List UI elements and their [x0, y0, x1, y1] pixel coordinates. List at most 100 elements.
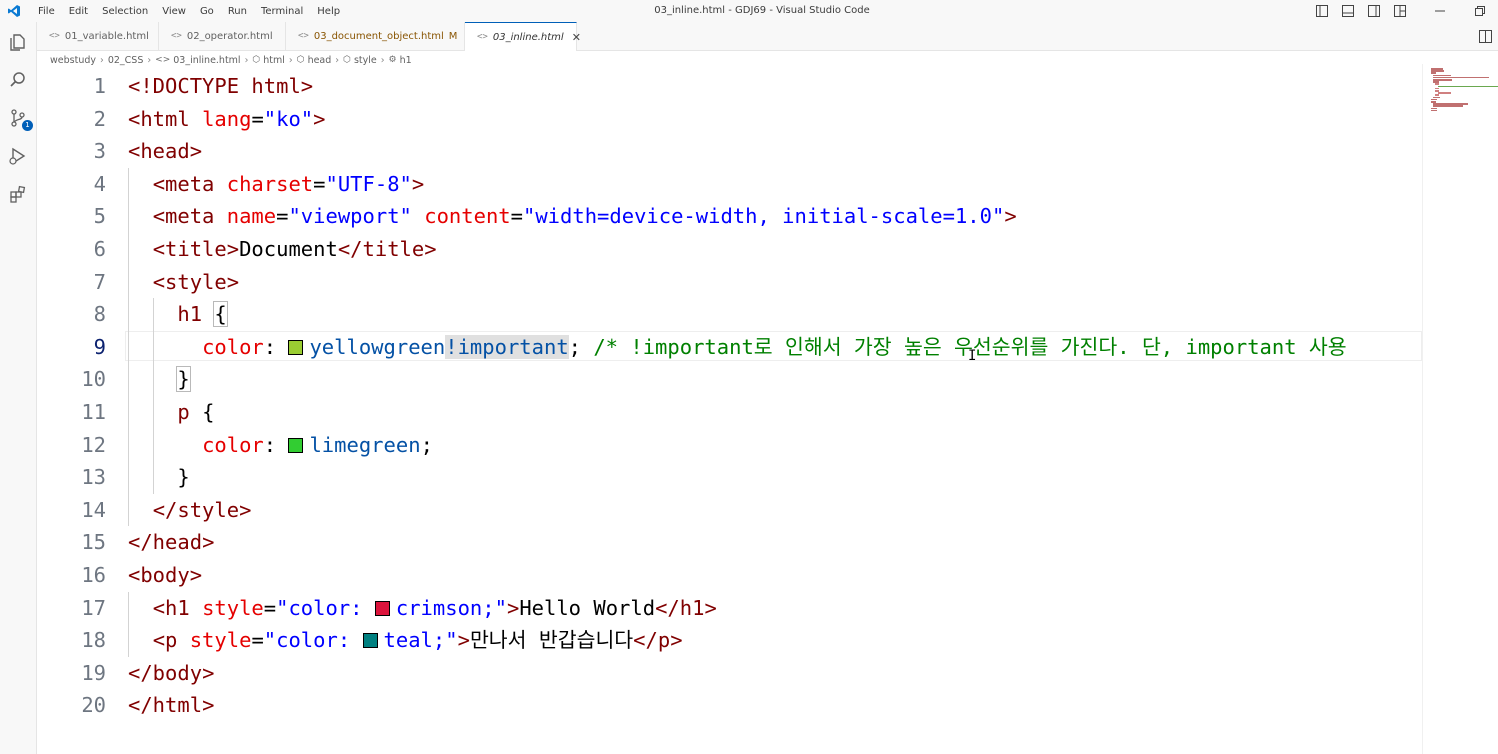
- customize-layout-icon[interactable]: [1392, 3, 1408, 19]
- color-swatch[interactable]: [288, 437, 304, 453]
- code-line[interactable]: 12 color: limegreen;: [37, 429, 1422, 462]
- restore-icon[interactable]: [1472, 3, 1488, 19]
- menu-edit[interactable]: Edit: [62, 6, 95, 17]
- chevron-right-icon: ›: [288, 54, 293, 66]
- menu-view[interactable]: View: [155, 6, 193, 17]
- menu-terminal[interactable]: Terminal: [254, 6, 310, 17]
- minimap-line: [1437, 85, 1498, 88]
- minimap-line: [1437, 92, 1452, 94]
- code-line[interactable]: 10 }: [37, 363, 1422, 396]
- color-swatch[interactable]: [362, 633, 378, 649]
- code-text: p {: [177, 400, 215, 424]
- breadcrumb-item-style[interactable]: style: [354, 55, 377, 66]
- code-text: </body>: [128, 660, 215, 685]
- text-cursor-icon: I: [968, 348, 977, 364]
- explorer-icon[interactable]: [6, 30, 30, 54]
- indent-guide: [128, 591, 129, 657]
- element-icon: ⬡: [343, 55, 351, 65]
- extensions-icon[interactable]: [6, 182, 30, 206]
- element-icon: ⬡: [296, 55, 305, 65]
- code-text: <body>: [128, 563, 203, 587]
- line-number: 9: [93, 334, 106, 359]
- code-line[interactable]: 4 <meta charset="UTF-8">: [37, 168, 1422, 201]
- code-line[interactable]: 9 color: yellowgreen!important; /* !impo…: [37, 330, 1422, 364]
- code-line[interactable]: 19 </body>: [37, 657, 1422, 690]
- html-file-icon: <>: [155, 55, 171, 65]
- html-file-icon: <>: [171, 31, 182, 41]
- code-line[interactable]: 14 </style>: [37, 494, 1422, 527]
- code-line[interactable]: 1 <!DOCTYPE html>: [37, 70, 1422, 103]
- toggle-primary-sidebar-icon[interactable]: [1314, 3, 1330, 19]
- minimap-line: [1431, 109, 1437, 112]
- line-number: 15: [81, 530, 106, 555]
- code-line[interactable]: 11 p {: [37, 396, 1422, 429]
- tab-02-operator[interactable]: <> 02_operator.html: [159, 22, 286, 50]
- color-swatch[interactable]: [288, 339, 304, 355]
- split-editor-icon[interactable]: [1479, 28, 1492, 47]
- tab-03-document-object[interactable]: <> 03_document_object.html M: [286, 22, 465, 50]
- code-line[interactable]: 7 <style>: [37, 266, 1422, 299]
- code-line[interactable]: 6 <title>Document</title>: [37, 233, 1422, 266]
- toggle-secondary-sidebar-icon[interactable]: [1366, 3, 1382, 19]
- indent-guide: [128, 167, 129, 527]
- color-swatch[interactable]: [374, 600, 390, 616]
- line-number: 11: [81, 400, 106, 424]
- tab-01-variable[interactable]: <> 01_variable.html: [37, 22, 159, 50]
- breadcrumb-item-html[interactable]: html: [263, 55, 285, 66]
- code-line[interactable]: 2 <html lang="ko">: [37, 103, 1422, 136]
- line-number: 5: [93, 204, 106, 229]
- menu-run[interactable]: Run: [221, 6, 254, 17]
- code-line[interactable]: 3 <head>: [37, 135, 1422, 168]
- code-line[interactable]: 18 <p style="color: teal;">만나서 반갑습니다</p>: [37, 624, 1422, 657]
- source-control-icon[interactable]: 1: [6, 106, 33, 131]
- menu-selection[interactable]: Selection: [95, 6, 155, 17]
- code-editor[interactable]: 1 <!DOCTYPE html> 2 <html lang="ko"> 3 <head>…: [37, 70, 1422, 754]
- css-selector-icon: ⚙: [388, 55, 397, 65]
- close-icon[interactable]: ✕: [572, 31, 581, 44]
- breadcrumb-item-file[interactable]: 03_inline.html: [173, 55, 240, 66]
- menu-file[interactable]: File: [31, 6, 62, 17]
- breadcrumb-item-head[interactable]: head: [308, 55, 332, 66]
- menu-help[interactable]: Help: [310, 6, 347, 17]
- line-number: 16: [81, 563, 106, 587]
- code-line[interactable]: 8 h1 {: [37, 298, 1422, 331]
- code-text: <head>: [128, 139, 203, 164]
- menu-go[interactable]: Go: [193, 6, 221, 17]
- line-number: 3: [93, 139, 106, 164]
- breadcrumb-item-webstudy[interactable]: webstudy: [50, 55, 96, 66]
- code-line[interactable]: 13 }: [37, 461, 1422, 494]
- code-line[interactable]: 5 <meta name="viewport" content="width=d…: [37, 200, 1422, 233]
- minimap-line: [1433, 105, 1463, 107]
- minimize-icon[interactable]: [1432, 3, 1448, 19]
- toggle-panel-icon[interactable]: [1340, 3, 1356, 19]
- code-text: <meta charset="UTF-8">: [152, 171, 425, 196]
- code-text: }: [177, 465, 190, 490]
- tab-03-inline[interactable]: <> 03_inline.html ✕: [465, 22, 581, 51]
- element-icon: ⬡: [252, 55, 261, 65]
- tab-label: 03_document_object.html: [313, 30, 444, 42]
- run-debug-icon[interactable]: [6, 144, 30, 168]
- code-text: <p style="color: teal;">만나서 반갑습니다</p>: [152, 628, 683, 653]
- line-number: 8: [93, 302, 106, 327]
- code-text: <style>: [152, 269, 240, 294]
- code-text: <!DOCTYPE html>: [128, 74, 314, 98]
- window-controls: [1314, 3, 1488, 19]
- breadcrumb-item-02-css[interactable]: 02_CSS: [108, 55, 144, 66]
- tab-label: 02_operator.html: [186, 30, 273, 42]
- code-line[interactable]: 17 <h1 style="color: crimson;">Hello Wor…: [37, 592, 1422, 625]
- code-text: <meta name="viewport" content="width=dev…: [152, 204, 1017, 229]
- code-line[interactable]: 20 </html>: [37, 689, 1422, 722]
- html-file-icon: <>: [49, 31, 60, 41]
- code-line[interactable]: 16 <body>: [37, 559, 1422, 592]
- search-icon[interactable]: [6, 68, 30, 92]
- minimap[interactable]: [1422, 64, 1498, 754]
- line-number: 12: [81, 432, 106, 457]
- breadcrumb-item-h1[interactable]: h1: [400, 55, 412, 66]
- line-number: 19: [81, 660, 106, 685]
- editor-tabs: <> 01_variable.html <> 02_operator.html …: [37, 22, 1498, 51]
- code-line[interactable]: 15 </head>: [37, 526, 1422, 559]
- menu-bar: File Edit Selection View Go Run Terminal…: [31, 6, 347, 17]
- modified-indicator: M: [448, 30, 458, 42]
- scm-badge: 1: [22, 120, 33, 131]
- code-text: h1 {: [177, 301, 228, 328]
